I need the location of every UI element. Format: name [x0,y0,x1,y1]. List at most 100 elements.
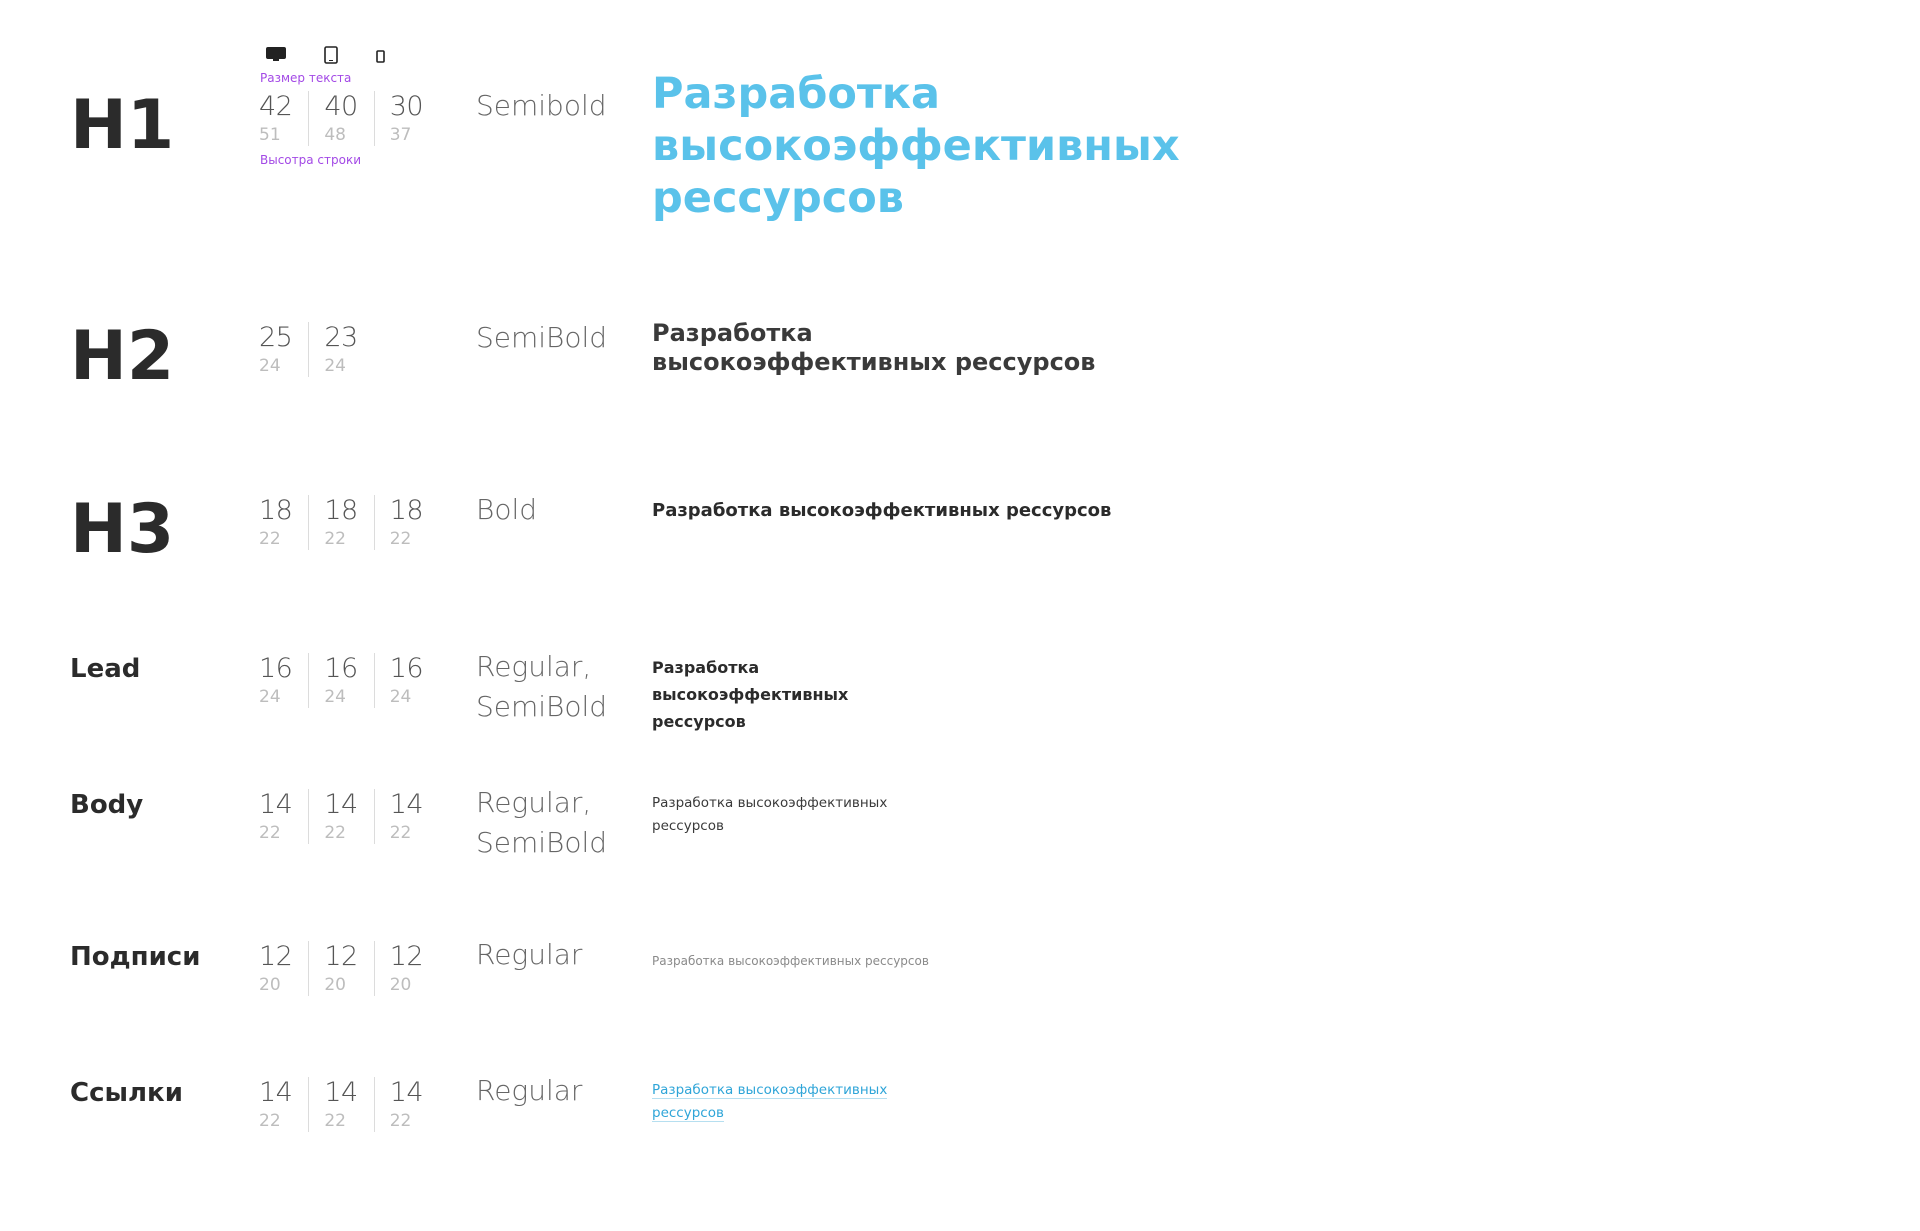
size-columns: 42 51 40 48 30 37 [259,91,439,146]
line-height: 22 [389,529,412,549]
desktop-size: 12 20 [259,941,308,996]
font-weight: Bold [476,490,537,530]
line-height: 24 [259,687,281,707]
h3-sample: Разработка высокоэффективных рессурсов [652,500,1112,521]
font-size: 14 [259,1077,293,1108]
line-height: 24 [389,687,412,707]
line-height: 22 [389,823,412,843]
line-height: 22 [324,823,346,843]
font-size: 40 [324,91,358,122]
line-height: 48 [324,125,346,145]
mobile-size: 12 20 [373,941,439,996]
tablet-icon [324,46,338,68]
tablet-size: 40 48 [308,91,373,146]
device-icons [266,46,423,68]
line-height: 20 [389,975,412,995]
mobile-size: 14 22 [373,789,439,844]
font-size: 12 [389,941,424,972]
font-size: 14 [389,789,424,820]
weight-line: Regular [476,1074,583,1107]
line-height: 22 [324,529,346,549]
tablet-size: 18 22 [308,495,373,550]
style-name: H1 [70,86,175,165]
line-height: 24 [324,356,346,376]
weight-line: SemiBold [476,826,608,859]
style-name: Подписи [70,942,201,972]
line-height: 20 [324,975,346,995]
line-height: 22 [259,529,281,549]
size-columns: 25 24 23 24 [259,322,374,377]
line-height: 22 [389,1111,412,1131]
font-size: 16 [389,653,424,684]
font-size: 23 [324,322,358,353]
style-name: Ссылки [70,1078,183,1108]
font-size: 18 [259,495,293,526]
desktop-size: 14 22 [259,1077,308,1132]
font-size: 18 [324,495,358,526]
size-columns: 14 22 14 22 14 22 [259,789,439,844]
font-size: 14 [324,789,358,820]
link-text[interactable]: Разработка высокоэффективных [652,1082,888,1099]
font-weight: Regular [476,935,582,975]
desktop-icon [266,47,286,67]
font-weight: Semibold [476,86,607,126]
line-height: 24 [259,356,281,376]
tablet-size: 14 22 [308,789,373,844]
tablet-size: 16 24 [308,653,373,708]
font-size: 14 [389,1077,424,1108]
style-name: Lead [70,654,141,684]
desktop-size: 16 24 [259,653,308,708]
font-weight: Regular, SemiBold [476,783,607,863]
font-size: 30 [389,91,424,122]
font-size: 18 [389,495,424,526]
font-size: 16 [259,653,293,684]
tablet-size: 14 22 [308,1077,373,1132]
mobile-size: 18 22 [373,495,439,550]
desktop-size: 18 22 [259,495,308,550]
style-name: Body [70,790,144,820]
weight-line: SemiBold [476,690,608,723]
font-size: 14 [324,1077,358,1108]
line-height-annotation: Высотра строки [260,153,362,167]
weight-line: SemiBold [476,321,608,354]
link-text[interactable]: рессурсов [652,1105,724,1122]
line-height: 24 [324,687,346,707]
lead-sample: Разработка высокоэффективных рессурсов [652,658,849,731]
line-height: 51 [259,125,281,145]
weight-line: Bold [476,493,538,526]
style-name: H2 [70,317,175,396]
font-weight: Regular, SemiBold [476,647,607,727]
size-columns: 16 24 16 24 16 24 [259,653,439,708]
line-height: 22 [259,823,281,843]
size-columns: 12 20 12 20 12 20 [259,941,439,996]
font-size: 16 [324,653,358,684]
line-height: 22 [259,1111,281,1131]
desktop-size: 25 24 [259,322,308,377]
mobile-size: 30 37 [373,91,439,146]
link-sample[interactable]: Разработка высокоэффективных рессурсов [652,1079,902,1125]
font-size: 42 [259,91,293,122]
weight-line: Regular, [476,650,592,683]
font-size: 12 [259,941,293,972]
mobile-size: 16 24 [373,653,439,708]
caption-sample: Разработка высокоэффективных рессурсов [652,954,929,968]
desktop-size: 14 22 [259,789,308,844]
mobile-icon [376,48,385,67]
font-weight: Regular [476,1071,582,1111]
line-height: 37 [389,125,412,145]
font-size: 14 [259,789,293,820]
weight-line: Semibold [476,89,607,122]
weight-line: Regular [476,938,583,971]
desktop-size: 42 51 [259,91,308,146]
font-weight: SemiBold [476,318,607,358]
tablet-size: 23 24 [308,322,373,377]
font-size-annotation: Размер текста [260,71,352,85]
style-name: H3 [70,490,175,569]
font-size: 25 [259,322,293,353]
tablet-size: 12 20 [308,941,373,996]
size-columns: 14 22 14 22 14 22 [259,1077,439,1132]
mobile-size: 14 22 [373,1077,439,1132]
font-size: 12 [324,941,358,972]
body-sample: Разработка высокоэффективных рессурсов [652,795,888,834]
weight-line: Regular, [476,786,592,819]
